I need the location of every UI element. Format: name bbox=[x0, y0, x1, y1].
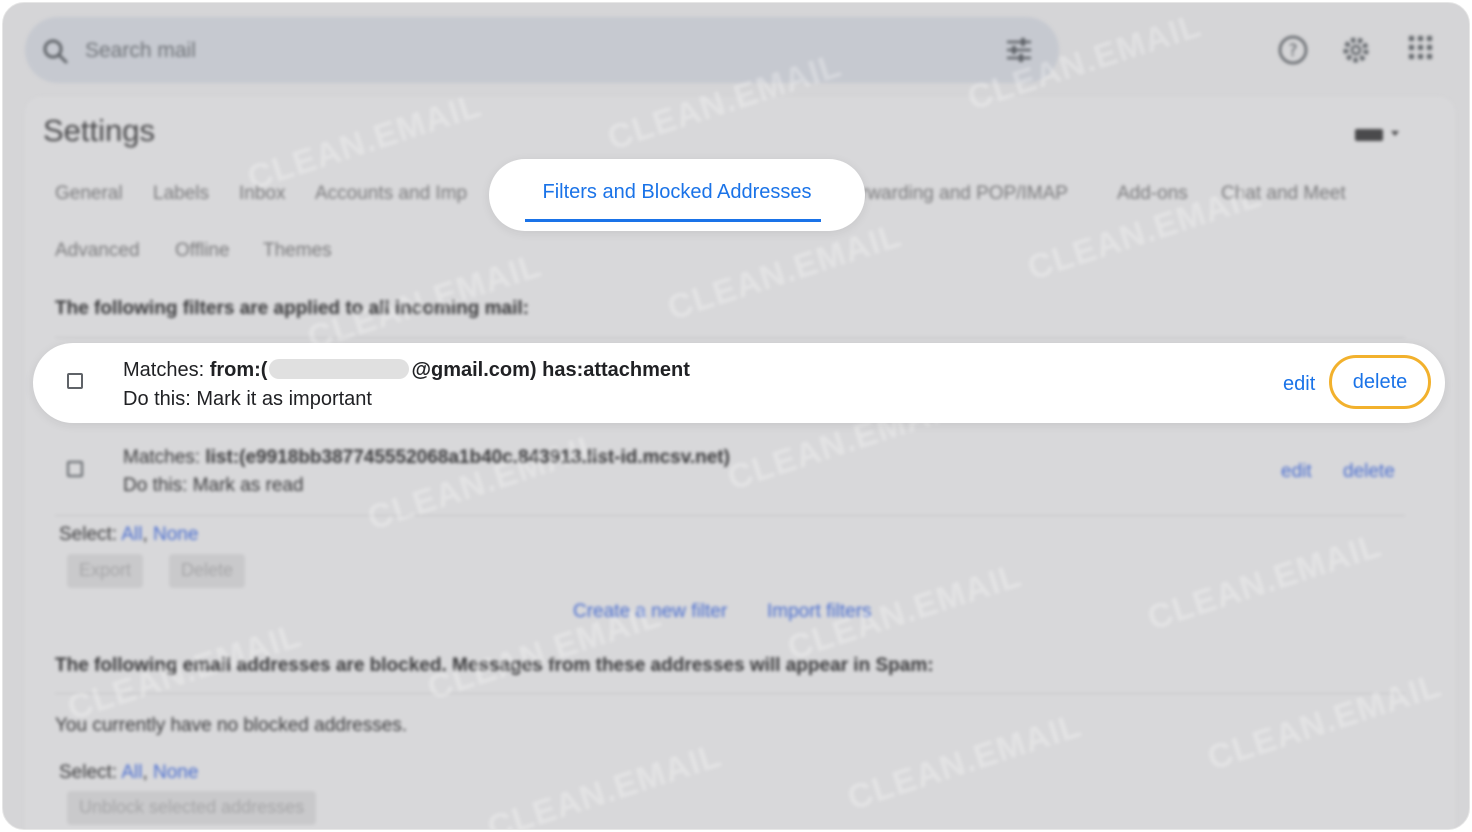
select-all-link[interactable]: All bbox=[121, 762, 142, 783]
export-button[interactable]: Export bbox=[67, 554, 144, 588]
select-none-link[interactable]: None bbox=[153, 524, 198, 545]
screenshot-frame: Search mail ? Settings General Labels In… bbox=[2, 2, 1470, 830]
page-title: Settings bbox=[43, 113, 156, 148]
tab-accounts[interactable]: Accounts and Imp bbox=[315, 183, 467, 205]
filter-row-highlighted: Matches: from:(@gmail.com) has:attachmen… bbox=[33, 343, 1445, 423]
filter-matches: Matches: from:(@gmail.com) has:attachmen… bbox=[123, 359, 690, 381]
filter-checkbox[interactable] bbox=[67, 373, 83, 389]
blocked-select: Select: All, None bbox=[59, 762, 199, 783]
search-bar[interactable]: Search mail bbox=[25, 17, 1059, 83]
search-icon bbox=[43, 39, 68, 64]
unblock-button[interactable]: Unblock selected addresses bbox=[67, 791, 317, 825]
divider bbox=[55, 515, 1405, 516]
delete-filters-button[interactable]: Delete bbox=[169, 554, 246, 588]
search-input[interactable]: Search mail bbox=[85, 39, 196, 63]
gear-icon[interactable] bbox=[1340, 34, 1372, 66]
divider bbox=[55, 693, 1405, 694]
tab-offline[interactable]: Offline bbox=[175, 240, 230, 262]
tab-forwarding[interactable]: rwarding and POP/IMAP bbox=[861, 183, 1068, 205]
filter-delete-link[interactable]: delete bbox=[1329, 355, 1431, 409]
tab-labels[interactable]: Labels bbox=[153, 183, 209, 205]
tab-advanced[interactable]: Advanced bbox=[55, 240, 140, 262]
help-icon[interactable]: ? bbox=[1277, 34, 1309, 66]
active-tab-indicator bbox=[525, 219, 821, 222]
filter-action: Do this: Mark it as important bbox=[123, 388, 372, 410]
apps-grid-icon[interactable] bbox=[1407, 34, 1435, 62]
tab-themes[interactable]: Themes bbox=[263, 240, 332, 262]
tab-filters-blocked[interactable]: Filters and Blocked Addresses bbox=[489, 159, 865, 231]
filter-checkbox[interactable] bbox=[67, 461, 83, 477]
filter-matches: Matches: list:(e9918bb387745552068a1b40c… bbox=[123, 447, 730, 468]
tab-filters-blocked-label: Filters and Blocked Addresses bbox=[542, 181, 812, 203]
redacted-email bbox=[269, 359, 410, 379]
svg-text:?: ? bbox=[1288, 41, 1297, 61]
blocked-empty-message: You currently have no blocked addresses. bbox=[55, 715, 408, 736]
select-none-link[interactable]: None bbox=[153, 762, 198, 783]
filters-select: Select: All, None bbox=[59, 524, 199, 545]
filter-edit-link[interactable]: edit bbox=[1281, 461, 1312, 483]
filter-action: Do this: Mark as read bbox=[123, 475, 304, 496]
divider bbox=[55, 337, 1405, 338]
select-all-link[interactable]: All bbox=[121, 524, 142, 545]
tab-general[interactable]: General bbox=[55, 183, 123, 205]
input-tools-icon[interactable] bbox=[1355, 125, 1403, 145]
filter-edit-link[interactable]: edit bbox=[1283, 373, 1315, 396]
filter-delete-link[interactable]: delete bbox=[1343, 461, 1395, 483]
